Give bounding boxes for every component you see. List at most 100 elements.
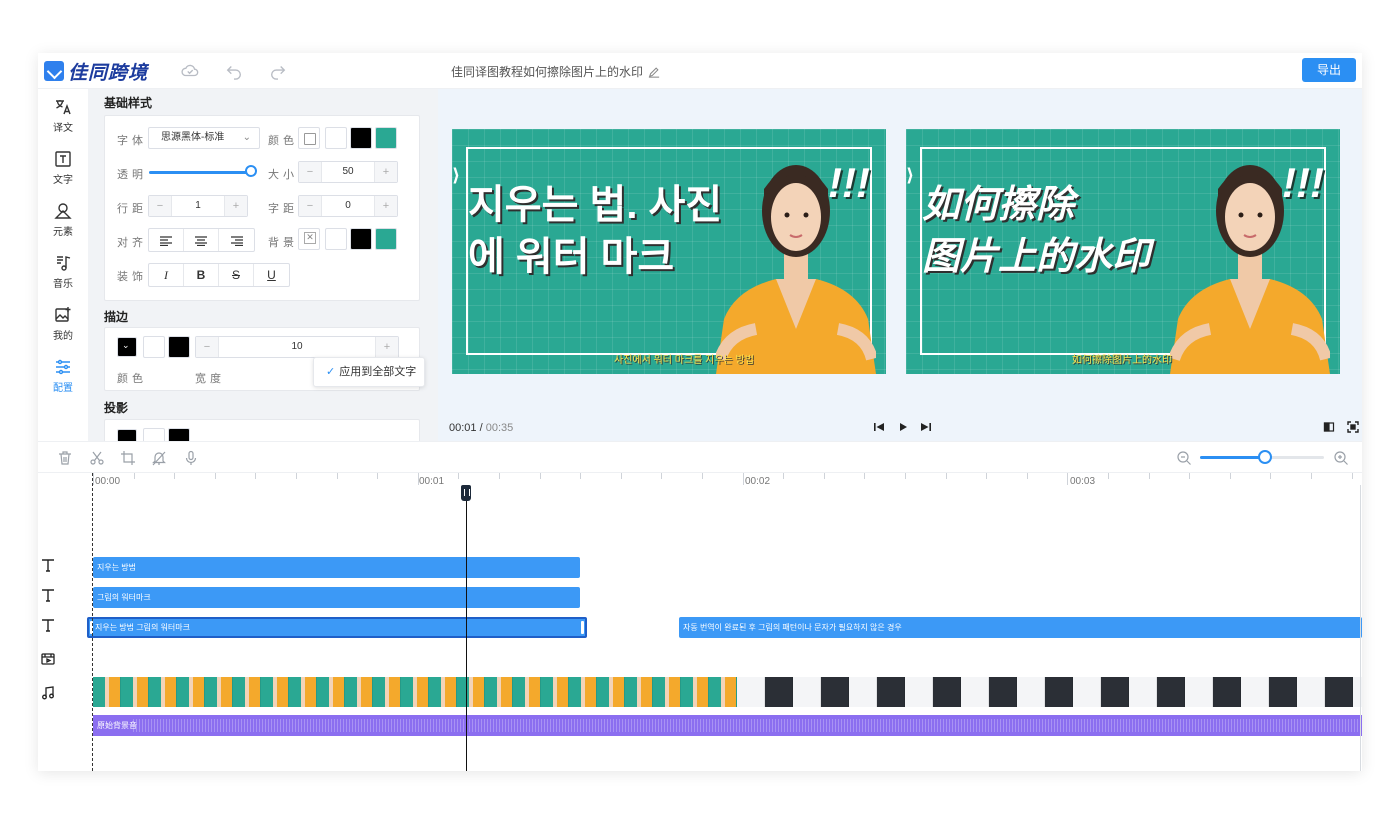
clip-trim-handle-right[interactable]: [581, 621, 584, 634]
background-none-swatch[interactable]: [298, 228, 320, 250]
decrement-button[interactable]: −: [149, 196, 171, 216]
delete-icon[interactable]: [57, 450, 73, 466]
text-track-icon: [42, 619, 54, 632]
video-thumbnail: [1101, 677, 1129, 707]
stroke-width-stepper[interactable]: − 10 +: [195, 336, 399, 358]
crop-icon[interactable]: [120, 450, 136, 466]
align-left-button[interactable]: [149, 229, 184, 251]
playhead-handle[interactable]: [461, 485, 471, 501]
export-button[interactable]: 导出: [1302, 58, 1356, 82]
apply-to-all-button[interactable]: ✓ 应用到全部文字: [313, 357, 425, 387]
size-value[interactable]: 50: [321, 162, 375, 182]
zoom-in-icon[interactable]: [1333, 450, 1349, 466]
edit-title-icon[interactable]: [648, 66, 660, 78]
nav-item-settings[interactable]: 配置: [38, 357, 88, 401]
stroke-swatch-white[interactable]: [143, 336, 165, 358]
video-clip[interactable]: [93, 677, 1362, 707]
font-select[interactable]: 思源黑体-标准 ⌄: [148, 127, 260, 149]
editor-window: 佳同跨境 佳同译图教程如何擦除图片上的水印 导出 译文 文字 元素 音乐 我的 …: [38, 53, 1362, 771]
ruler-tick: [702, 473, 703, 479]
increment-button[interactable]: +: [375, 196, 397, 216]
ruler-tick: [1067, 473, 1069, 485]
style-panel: 基础样式 字体 思源黑体-标准 ⌄ 颜色 透明 大小 − 50 + 行距 − 1…: [88, 89, 438, 441]
nav-item-text[interactable]: 文字: [38, 149, 88, 193]
video-thumbnail: [625, 677, 653, 707]
stroke-swatch-black[interactable]: [168, 336, 190, 358]
opacity-slider[interactable]: [149, 171, 255, 174]
nav-item-translation[interactable]: 译文: [38, 97, 88, 141]
align-right-button[interactable]: [219, 229, 254, 251]
italic-button[interactable]: I: [149, 264, 184, 286]
translated-preview[interactable]: !!! ⟩ 지우는 법. 사진 에 워터 마크 사진에서 워터 마크를 지우는 …: [452, 129, 886, 374]
color-swatch-black[interactable]: [350, 127, 372, 149]
line-height-stepper[interactable]: − 1 +: [148, 195, 248, 217]
shadow-swatch-black[interactable]: [168, 428, 190, 441]
increment-button[interactable]: +: [376, 337, 398, 357]
audio-clip-label: 原始背景音: [97, 721, 137, 730]
font-select-value: 思源黑体-标准: [161, 132, 225, 143]
text-clip-selected[interactable]: 지우는 방법 그림의 워터마크: [87, 617, 587, 638]
nav-item-music[interactable]: 音乐: [38, 253, 88, 297]
stroke-color-picker[interactable]: ⌄: [117, 337, 137, 357]
microphone-icon[interactable]: [183, 450, 199, 466]
increment-button[interactable]: +: [375, 162, 397, 182]
zoom-out-icon[interactable]: [1176, 450, 1192, 466]
text-clip[interactable]: 그림의 워터마크: [93, 587, 580, 608]
bold-button[interactable]: B: [184, 264, 219, 286]
cut-icon[interactable]: [89, 450, 105, 466]
background-swatch-black[interactable]: [350, 228, 372, 250]
letter-spacing-value[interactable]: 0: [321, 196, 375, 216]
fullscreen-icon[interactable]: [1347, 421, 1359, 433]
text-clip[interactable]: 지우는 방법: [93, 557, 580, 578]
size-stepper[interactable]: − 50 +: [298, 161, 398, 183]
project-title[interactable]: 佳同译图教程如何擦除图片上的水印: [451, 63, 660, 80]
zoom-slider[interactable]: [1200, 450, 1324, 464]
shadow-color-picker[interactable]: [117, 429, 137, 441]
audio-clip[interactable]: 原始背景音: [93, 715, 1362, 736]
translated-headline[interactable]: 지우는 법. 사진 에 워터 마크: [468, 179, 722, 283]
ruler-tick: [214, 473, 216, 479]
mute-icon[interactable]: [151, 450, 167, 466]
ruler-tick: [336, 473, 338, 479]
basic-style-box: 字体 思源黑体-标准 ⌄ 颜色 透明 大小 − 50 + 行距 − 1 + 字距…: [104, 115, 420, 301]
video-thumbnail: [149, 677, 177, 707]
ruler-tick: [620, 473, 622, 479]
shadow-swatch-white[interactable]: [143, 428, 165, 441]
video-thumbnail: [1045, 677, 1073, 707]
translated-subtitle[interactable]: 사진에서 워터 마크를 지우는 방법: [614, 351, 754, 366]
skip-back-icon[interactable]: [873, 421, 885, 433]
ruler-tick: [864, 473, 866, 479]
strikethrough-button[interactable]: S: [219, 264, 254, 286]
background-swatch-white[interactable]: [325, 228, 347, 250]
color-swatch-teal[interactable]: [375, 127, 397, 149]
color-swatch-outline[interactable]: [298, 127, 320, 149]
skip-forward-icon[interactable]: [920, 421, 932, 433]
size-label: 大小: [268, 169, 298, 181]
app-logo[interactable]: 佳同跨境: [44, 59, 148, 84]
video-thumbnail: [289, 677, 317, 707]
stroke-width-value[interactable]: 10: [218, 337, 376, 357]
compare-view-icon[interactable]: [1323, 421, 1335, 433]
underline-button[interactable]: U: [254, 264, 289, 286]
opacity-slider-knob[interactable]: [245, 165, 257, 177]
redo-icon[interactable]: [269, 62, 287, 80]
align-center-button[interactable]: [184, 229, 219, 251]
text-clip[interactable]: 자동 번역이 완료된 후 그림의 패턴이나 문자가 필요하지 않은 경우: [679, 617, 1362, 638]
color-swatch-white[interactable]: [325, 127, 347, 149]
undo-icon[interactable]: [225, 62, 243, 80]
line-height-value[interactable]: 1: [171, 196, 225, 216]
nav-item-my[interactable]: 我的: [38, 305, 88, 349]
decrement-button[interactable]: −: [299, 196, 321, 216]
decrement-button[interactable]: −: [196, 337, 218, 357]
video-thumbnail: [513, 677, 541, 707]
nav-item-elements[interactable]: 元素: [38, 201, 88, 245]
cloud-save-icon[interactable]: [181, 62, 199, 80]
increment-button[interactable]: +: [225, 196, 247, 216]
play-icon[interactable]: [897, 421, 909, 433]
letter-spacing-stepper[interactable]: − 0 +: [298, 195, 398, 217]
background-swatch-teal[interactable]: [375, 228, 397, 250]
decrement-button[interactable]: −: [299, 162, 321, 182]
playhead-line[interactable]: [466, 485, 467, 771]
zoom-slider-knob[interactable]: [1258, 450, 1272, 464]
original-preview[interactable]: !!! ⟩ 如何擦除 图片上的水印 如何擦除图片上的水印: [906, 129, 1340, 374]
